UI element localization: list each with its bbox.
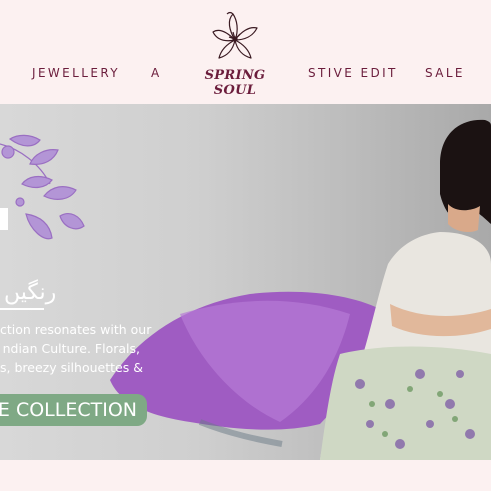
page-bottom-strip <box>0 460 491 491</box>
site-header: JEWELLERY A SPRING SOUL STIVE EDIT SALE <box>0 0 491 104</box>
model-hair <box>440 119 491 224</box>
brand-logo[interactable]: SPRING SOUL <box>192 10 278 98</box>
banner-divider <box>0 308 44 310</box>
banner-description-line: ndian Culture. Florals, <box>2 341 140 356</box>
shop-collection-button[interactable]: E COLLECTION <box>0 394 147 426</box>
banner-description: ction resonates with our ndian Culture. … <box>0 320 152 377</box>
lotus-flower-icon <box>212 11 258 59</box>
banner-urdu-heading: رنگیں <box>4 280 57 305</box>
nav-item-festive-edit[interactable]: STIVE EDIT <box>308 66 398 80</box>
brand-logo-text: SPRING SOUL <box>204 68 266 98</box>
hero-banner[interactable]: رنگیں ction resonates with our ndian Cul… <box>0 104 491 460</box>
t-letter-fragment <box>0 208 8 230</box>
banner-description-line: ction resonates with our <box>0 322 152 337</box>
nav-item-jewellery[interactable]: JEWELLERY <box>32 66 120 80</box>
banner-description-line: s, breezy silhouettes & <box>0 360 143 375</box>
nav-item-sale[interactable]: SALE <box>425 66 465 80</box>
nav-item-a[interactable]: A <box>151 66 162 80</box>
floral-motif <box>0 134 85 240</box>
